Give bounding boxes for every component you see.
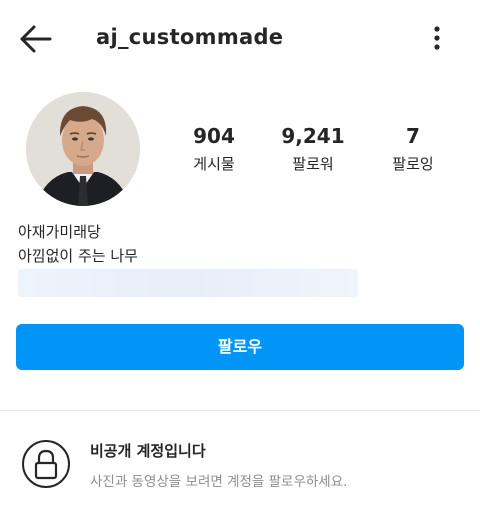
profile-photo [26, 92, 140, 206]
following-label: 팔로잉 [392, 155, 434, 173]
posts-label: 게시물 [193, 155, 235, 173]
more-vertical-icon [434, 26, 440, 50]
following-stat[interactable]: 7 팔로잉 [358, 124, 468, 174]
private-account-description: 사진과 동영상을 보려면 계정을 팔로우하세요. [90, 474, 348, 490]
posts-count: 904 [193, 124, 235, 148]
private-account-title: 비공개 계정입니다 [90, 442, 206, 460]
follow-button[interactable]: 팔로우 [16, 324, 464, 370]
divider [0, 410, 480, 411]
followers-label: 팔로워 [292, 155, 334, 173]
followers-stat[interactable]: 9,241 팔로워 [258, 124, 368, 174]
top-bar: aj_custommade [0, 0, 480, 76]
more-options-button[interactable] [424, 24, 450, 54]
arrow-left-icon [20, 25, 52, 53]
avatar[interactable] [26, 92, 140, 206]
bio-line: 아낌없이 주는 나무 [18, 247, 138, 265]
followers-count: 9,241 [281, 124, 345, 148]
lock-icon [34, 449, 58, 480]
following-count: 7 [406, 124, 420, 148]
posts-stat[interactable]: 904 게시물 [159, 124, 269, 174]
back-button[interactable] [16, 22, 56, 56]
bio-line: 아재가미래당 [18, 223, 101, 241]
lock-badge [22, 440, 70, 488]
profile-bio: 아재가미래당 아낌없이 주는 나무 [18, 220, 138, 268]
profile-username: aj_custommade [96, 25, 284, 49]
bio-link-redacted [18, 269, 358, 297]
